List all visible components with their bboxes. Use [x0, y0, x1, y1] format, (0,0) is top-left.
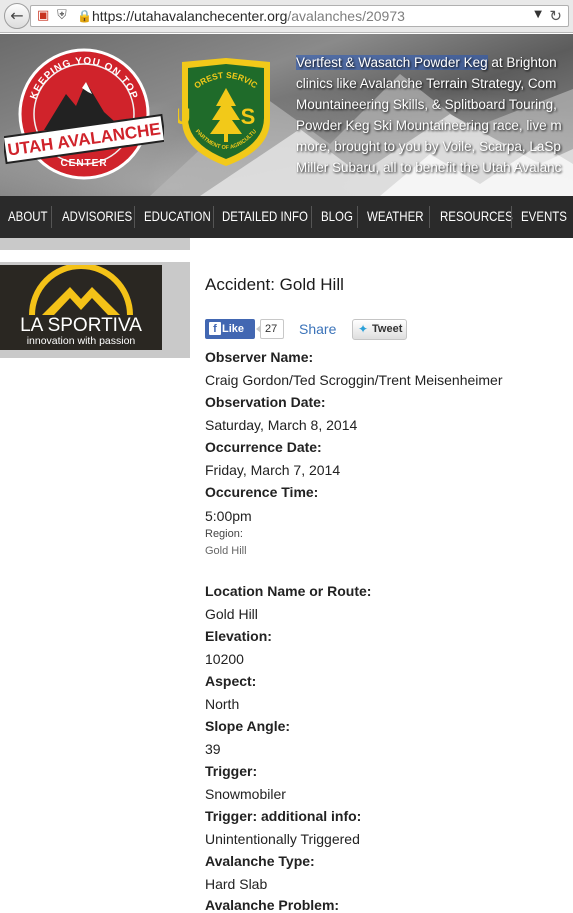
nav-divider	[511, 206, 512, 228]
elevation-value: 10200	[205, 651, 244, 667]
trigger-label: Trigger:	[205, 763, 258, 779]
promo-line-3: Mountaineering Skills, & Splitboard Tour…	[296, 97, 557, 112]
nav-blog[interactable]: BLOG	[321, 196, 353, 238]
twitter-bird-icon: ✦	[358, 322, 369, 336]
promo-line-6: Miller Subaru, all to benefit the Utah A…	[296, 160, 562, 175]
browser-toolbar: ← ▣ ⛨ 🔒 https://utahavalanchecenter.org/…	[0, 0, 573, 33]
occurence-time-value: 5:00pm	[205, 508, 252, 524]
shield-icon[interactable]: ⛨	[57, 8, 67, 24]
nav-divider	[51, 206, 52, 228]
facebook-like-button[interactable]: f Like	[205, 319, 255, 339]
nav-divider	[213, 206, 214, 228]
ad-brand: LA SPORTIVA	[20, 315, 142, 336]
region-value: Gold Hill	[205, 545, 247, 557]
lock-icon[interactable]: 🔒	[77, 8, 92, 24]
like-count: 27	[256, 319, 284, 339]
trigger-info-label: Trigger: additional info:	[205, 808, 362, 824]
nav-education[interactable]: EDUCATION	[144, 196, 211, 238]
nav-events[interactable]: EVENTS	[521, 196, 567, 238]
site-header: KEEPING YOU ON TOP UTAH AVALANCHE CENTER…	[0, 34, 573, 196]
url-domain: https://utahavalanchecenter.org	[92, 8, 288, 24]
url-text[interactable]: https://utahavalanchecenter.org/avalanch…	[92, 9, 405, 24]
avalanche-problem-label: Avalanche Problem:	[205, 897, 340, 913]
ad-tagline: innovation with passion	[27, 335, 136, 347]
promo-line-5: more, brought to you by Voile, Scarpa, L…	[296, 139, 561, 154]
reload-icon[interactable]: ↻	[549, 7, 562, 25]
pocket-icon[interactable]: ▣	[37, 8, 49, 24]
trigger-value: Snowmobiler	[205, 786, 286, 802]
nav-resources[interactable]: RESOURCES	[440, 196, 513, 238]
share-link[interactable]: Share	[299, 321, 336, 337]
nav-divider	[311, 206, 312, 228]
trigger-info-value: Unintentionally Triggered	[205, 831, 360, 847]
promo-line-4: Powder Keg Ski Mountaineering race, live…	[296, 118, 562, 133]
occurence-time-label: Occurence Time:	[205, 484, 319, 500]
occurrence-date-label: Occurrence Date:	[205, 439, 322, 455]
promo-text: Vertfest & Wasatch Powder Keg at Brighto…	[296, 52, 573, 178]
nav-weather[interactable]: WEATHER	[367, 196, 424, 238]
chevron-down-icon[interactable]: ▼	[534, 9, 542, 20]
like-label: Like	[222, 323, 245, 335]
region-label: Region:	[205, 528, 243, 540]
url-path: /avalanches/20973	[287, 8, 405, 24]
promo-line-2: clinics like Avalanche Terrain Strategy,…	[296, 76, 557, 91]
avalanche-type-value: Hard Slab	[205, 876, 268, 892]
promo-line-1: at Brighton	[487, 55, 557, 70]
sidebar-spacer	[0, 250, 190, 262]
location-value: Gold Hill	[205, 606, 258, 622]
elevation-label: Elevation:	[205, 628, 272, 644]
nav-about[interactable]: ABOUT	[8, 196, 48, 238]
observer-name-label: Observer Name:	[205, 349, 314, 365]
utah-avalanche-center-logo[interactable]: KEEPING YOU ON TOP UTAH AVALANCHE CENTER	[4, 42, 164, 192]
slope-angle-label: Slope Angle:	[205, 718, 291, 734]
promo-link[interactable]: Vertfest & Wasatch Powder Keg	[296, 55, 488, 70]
nav-divider	[429, 206, 430, 228]
page-title: Accident: Gold Hill	[205, 275, 344, 294]
nav-detailed-info[interactable]: DETAILED INFO	[222, 196, 308, 238]
occurrence-date-value: Friday, March 7, 2014	[205, 462, 341, 478]
avalanche-type-label: Avalanche Type:	[205, 853, 315, 869]
observer-name-value: Craig Gordon/Ted Scroggin/Trent Meisenhe…	[205, 372, 503, 388]
logo-center-text: CENTER	[60, 158, 107, 169]
observation-date-value: Saturday, March 8, 2014	[205, 417, 358, 433]
back-arrow-icon[interactable]: ←	[4, 3, 30, 29]
slope-angle-value: 39	[205, 741, 221, 757]
tweet-label: Tweet	[372, 323, 403, 335]
usfs-letters: U S	[178, 104, 274, 129]
nav-divider	[134, 206, 135, 228]
tweet-button[interactable]: ✦ Tweet	[352, 319, 407, 340]
nav-advisories[interactable]: ADVISORIES	[62, 196, 132, 238]
la-sportiva-ad[interactable]: LA SPORTIVA innovation with passion	[0, 265, 162, 350]
forest-service-logo[interactable]: FOREST SERVICE U S DEPARTMENT OF AGRICUL…	[178, 58, 274, 168]
aspect-label: Aspect:	[205, 673, 257, 689]
main-nav: ABOUT ADVISORIES EDUCATION DETAILED INFO…	[0, 196, 573, 238]
location-label: Location Name or Route:	[205, 583, 372, 599]
nav-divider	[357, 206, 358, 228]
url-bar[interactable]: ▣ ⛨ 🔒 https://utahavalanchecenter.org/av…	[30, 5, 569, 27]
observation-date-label: Observation Date:	[205, 394, 326, 410]
facebook-icon: f	[209, 322, 221, 335]
aspect-value: North	[205, 696, 240, 712]
